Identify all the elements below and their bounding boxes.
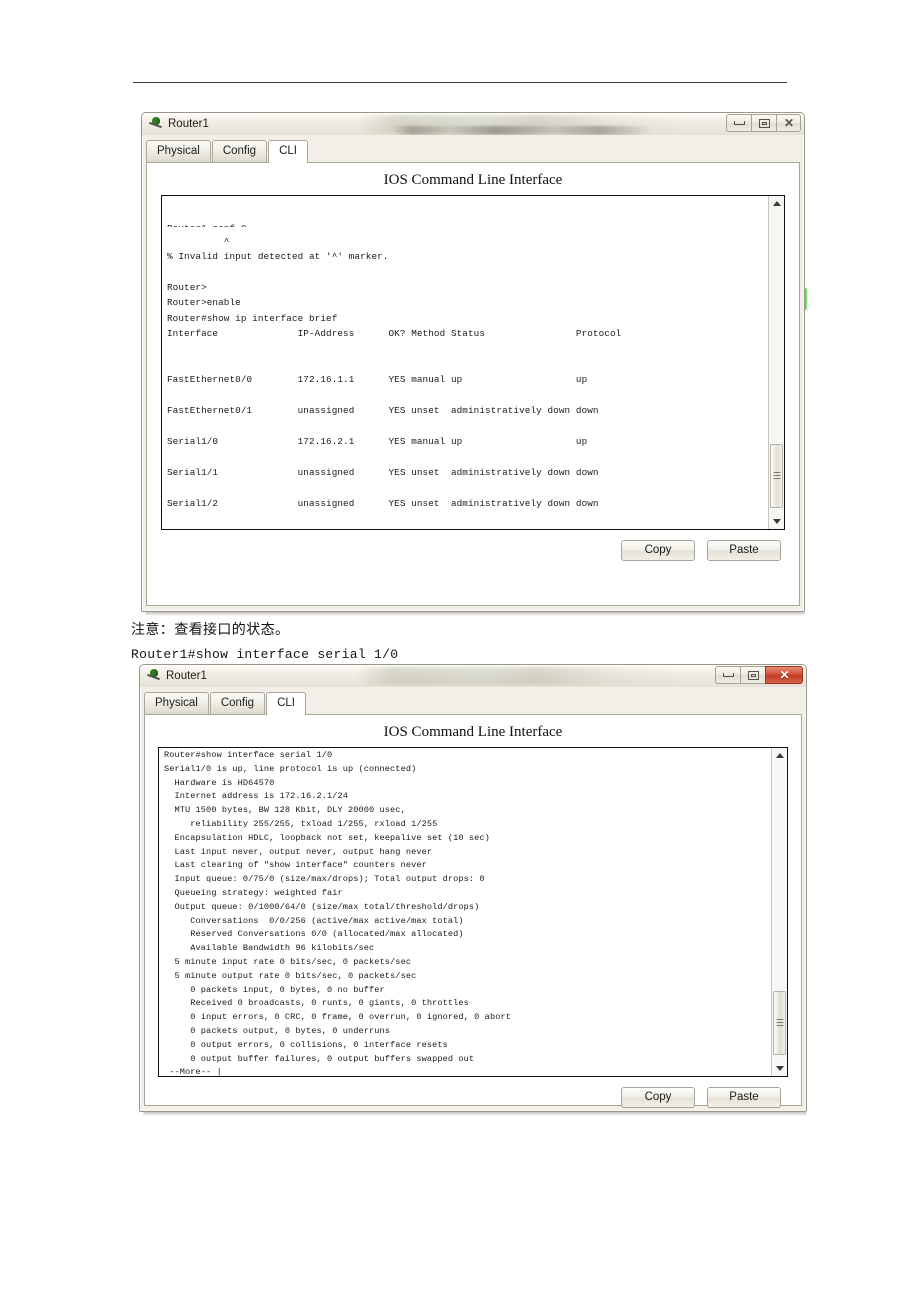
scroll-down-button[interactable] [769, 514, 784, 529]
scroll-up-button[interactable] [769, 196, 784, 211]
router1-window-top[interactable]: Router1 ✕ Physical Config CLI IOS Comman… [141, 112, 805, 612]
minimize-button[interactable] [715, 666, 740, 684]
window1-panel: IOS Command Line Interface Router1-conf … [146, 163, 800, 606]
window1-title: Router1 [168, 118, 209, 130]
tab-physical[interactable]: Physical [146, 140, 211, 162]
scrollbar-thumb[interactable] [770, 444, 783, 508]
tab-cli[interactable]: CLI [268, 140, 308, 163]
window1-controls[interactable]: ✕ [726, 114, 801, 132]
minimize-icon [722, 673, 734, 677]
titlebar-ghost-text-a [357, 115, 687, 133]
command-line-text: Router1#show interface serial 1/0 [131, 647, 399, 662]
window2-titlebar[interactable]: Router1 ✕ [140, 665, 806, 687]
tabstrip-filler [309, 161, 800, 162]
chevron-up-icon [773, 201, 781, 206]
copy-button[interactable]: Copy [621, 540, 695, 561]
chevron-down-icon [776, 1066, 784, 1071]
window1-terminal-frame[interactable]: Router1-conf 0 ^ % Invalid input detecte… [161, 195, 785, 530]
window1-scrollbar[interactable] [768, 196, 784, 529]
window2-tabstrip[interactable]: Physical Config CLI [144, 690, 802, 715]
copy-button[interactable]: Copy [621, 1087, 695, 1108]
chevron-up-icon [776, 753, 784, 758]
window2-terminal-text[interactable]: Router#show interface serial 1/0 Serial1… [159, 748, 771, 1076]
packet-tracer-router-icon [149, 117, 163, 131]
window2-controls[interactable]: ✕ [715, 666, 803, 684]
scrollbar-grip-icon [773, 472, 780, 480]
close-button[interactable]: ✕ [765, 666, 803, 684]
window2-heading: IOS Command Line Interface [383, 724, 563, 740]
titlebar-ghost-text-a [355, 667, 685, 685]
scroll-down-button[interactable] [772, 1061, 787, 1076]
note-chinese-text: 注意：查看接口的状态。 [131, 622, 290, 638]
maximize-icon [747, 670, 759, 680]
window1-tabstrip[interactable]: Physical Config CLI [146, 138, 800, 163]
router1-window-bottom[interactable]: Router1 ✕ Physical Config CLI IOS Comman… [139, 664, 807, 1112]
tab-cli[interactable]: CLI [266, 692, 306, 715]
window2-terminal-frame[interactable]: Router#show interface serial 1/0 Serial1… [158, 747, 788, 1077]
window1-terminal-body: ^ % Invalid input detected at '^' marker… [167, 235, 622, 529]
window1-terminal-text[interactable]: Router1-conf 0 ^ % Invalid input detecte… [162, 196, 768, 529]
close-icon: ✕ [783, 116, 794, 130]
page-header-rule [133, 82, 787, 83]
window1-heading: IOS Command Line Interface [383, 172, 563, 188]
window2-scrollbar[interactable] [771, 748, 787, 1076]
tab-config[interactable]: Config [209, 692, 266, 714]
tab-config[interactable]: Config [211, 140, 268, 162]
paste-button[interactable]: Paste [707, 540, 781, 561]
paste-button[interactable]: Paste [707, 1087, 781, 1108]
titlebar-ghost-text-b [392, 126, 652, 135]
minimize-button[interactable] [726, 114, 751, 132]
scrollbar-grip-icon [776, 1019, 783, 1027]
maximize-button[interactable] [740, 666, 765, 684]
minimize-icon [733, 121, 745, 125]
scrollbar-thumb[interactable] [773, 991, 786, 1055]
maximize-button[interactable] [751, 114, 776, 132]
maximize-icon [758, 118, 770, 128]
window2-drop-shadow [143, 1112, 807, 1116]
window2-title: Router1 [166, 670, 207, 682]
tab-physical[interactable]: Physical [144, 692, 209, 714]
document-page: Router1 ✕ Physical Config CLI IOS Comman… [0, 0, 920, 1302]
close-icon: ✕ [779, 668, 789, 682]
chevron-down-icon [773, 519, 781, 524]
window1-drop-shadow [145, 612, 805, 616]
packet-tracer-router-icon [147, 669, 161, 683]
tabstrip-filler [307, 713, 802, 714]
window1-button-row: Copy Paste [147, 530, 799, 573]
window1-clipped-line: Router1-conf 0 [167, 221, 768, 227]
window1-titlebar[interactable]: Router1 ✕ [142, 113, 804, 135]
window2-panel: IOS Command Line Interface Router#show i… [144, 715, 802, 1108]
scroll-up-button[interactable] [772, 748, 787, 763]
close-button[interactable]: ✕ [776, 114, 801, 132]
